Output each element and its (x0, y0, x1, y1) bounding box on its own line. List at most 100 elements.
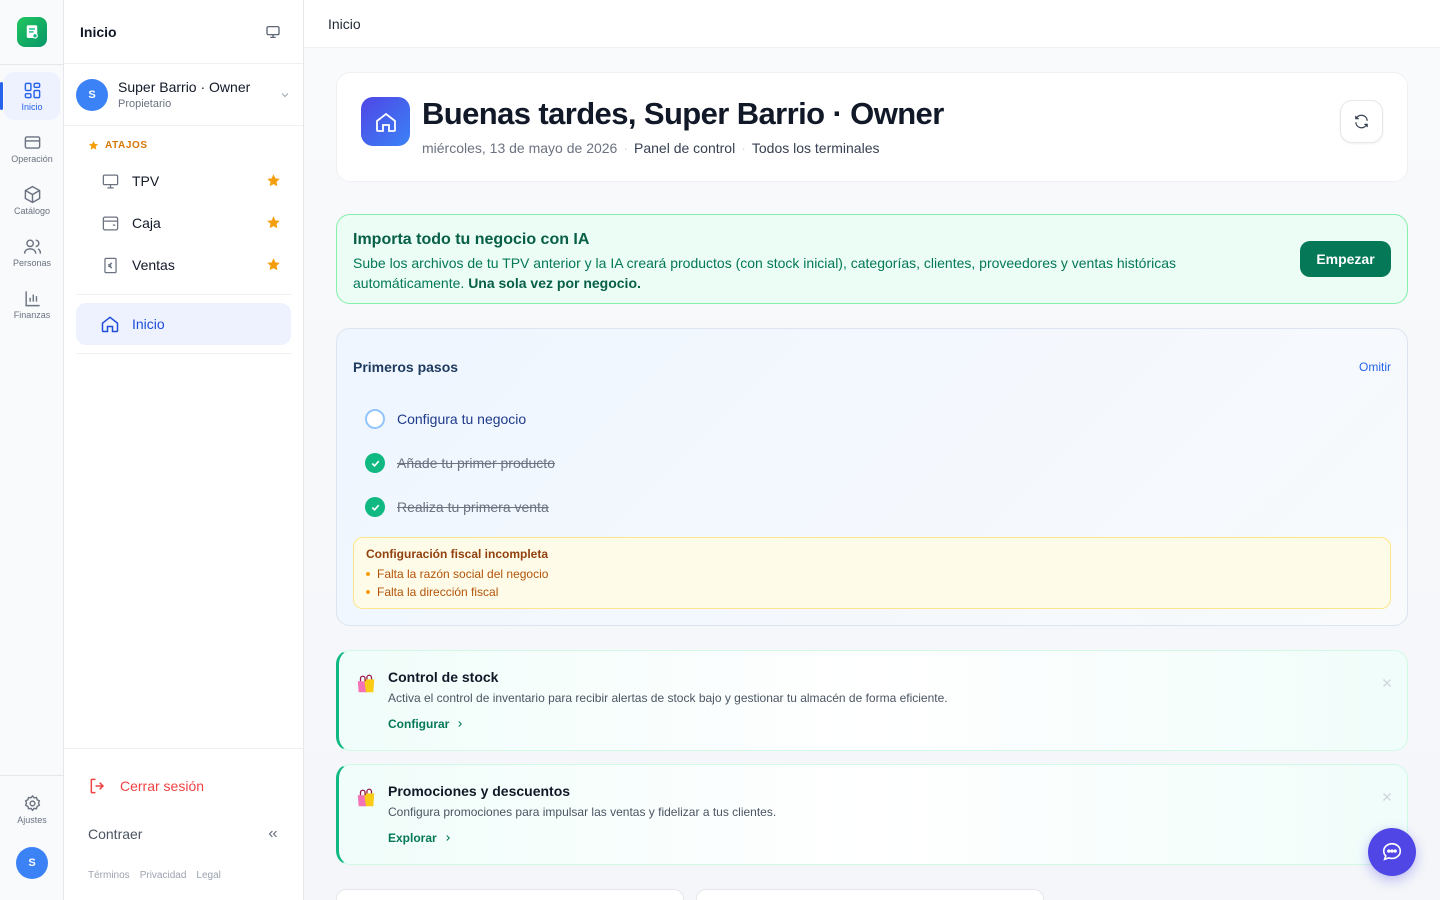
refresh-button[interactable] (1340, 100, 1383, 143)
rail-item-ajustes[interactable]: Ajustes (4, 785, 60, 833)
rail-item-finanzas[interactable]: Finanzas (4, 280, 60, 328)
breadcrumb-current: Inicio (328, 15, 361, 32)
close-icon[interactable] (1381, 677, 1393, 689)
page-title: Buenas tardes, Super Barrio · Owner (422, 96, 944, 131)
chevrons-left-icon (268, 830, 277, 838)
chevron-right-icon (458, 721, 463, 727)
explore-link[interactable]: Explorar (388, 831, 453, 845)
first-steps-card: Primeros pasos Omitir Configura tu negoc… (336, 328, 1408, 626)
ia-import-banner: Importa todo tu negocio con IA Sube los … (336, 214, 1408, 304)
rail-item-label: Personas (12, 257, 52, 268)
sidebar: Inicio S Super Barrio · Owner Propietari… (64, 0, 304, 900)
rail-item-inicio[interactable]: Inicio (0, 72, 60, 120)
configure-link[interactable]: Configurar (388, 717, 465, 731)
chat-support-button[interactable] (1368, 828, 1416, 876)
privacy-link[interactable]: Privacidad (140, 870, 187, 881)
shortcut-label: TPV (132, 173, 160, 189)
promo-link-label: Explorar (388, 831, 437, 845)
step-first-sale[interactable]: Realiza tu primera venta (365, 497, 549, 517)
greeting-card: Buenas tardes, Super Barrio · Owner miér… (336, 72, 1408, 182)
fiscal-warning: Configuración fiscal incompleta Falta la… (353, 537, 1391, 609)
user-avatar[interactable]: S (16, 847, 48, 879)
app-logo[interactable] (17, 17, 47, 47)
shopping-bags-icon (357, 674, 375, 693)
star-icon[interactable] (266, 173, 281, 188)
credit-card-icon (24, 135, 40, 149)
avatar: S (76, 78, 108, 111)
ia-banner-bold: Una sola vez por negocio. (468, 275, 641, 291)
rail-item-label: Operación (11, 153, 53, 164)
warning-item: Falta la razón social del negocio (366, 567, 548, 581)
check-circle-icon (365, 497, 385, 517)
collapse-sidebar-button[interactable]: Contraer (88, 826, 280, 842)
rail-item-label: Inicio (21, 101, 43, 112)
store-icon (361, 97, 410, 146)
refresh-icon (1355, 114, 1368, 129)
dashboard-grid-icon (24, 82, 40, 98)
star-icon[interactable] (266, 257, 281, 272)
promo-title: Control de stock (388, 669, 499, 685)
legal-link[interactable]: Legal (196, 870, 220, 881)
step-configure-business[interactable]: Configura tu negocio (365, 409, 526, 429)
legal-links: Términos Privacidad Legal (88, 870, 221, 881)
panel-label: Panel de control (634, 140, 736, 156)
ia-banner-description: Sube los archivos de tu TPV anterior y l… (353, 253, 1253, 293)
monitor-icon[interactable] (265, 24, 281, 40)
collapse-label: Contraer (88, 826, 143, 842)
promotions-card: Promociones y descuentos Configura promo… (336, 764, 1408, 865)
rail-item-operacion[interactable]: Operación (4, 124, 60, 172)
check-circle-icon (365, 453, 385, 473)
rail-item-personas[interactable]: Personas (4, 228, 60, 276)
rail-item-label: Ajustes (17, 814, 47, 825)
stock-control-card: Control de stock Activa el control de in… (336, 650, 1408, 751)
sidebar-title: Inicio (80, 23, 117, 40)
euro-receipt-icon (100, 255, 120, 275)
rail-item-label: Finanzas (13, 309, 51, 320)
bar-chart-icon (24, 290, 40, 306)
greeting-subtitle: miércoles, 13 de mayo de 2026 · Panel de c… (422, 140, 880, 156)
stat-card-peek (336, 889, 684, 900)
logout-button[interactable]: Cerrar sesión (88, 776, 204, 796)
close-icon[interactable] (1381, 791, 1393, 803)
home-icon (100, 314, 120, 334)
rail-item-label: Catálogo (13, 205, 51, 216)
shortcut-caja[interactable]: Caja (76, 202, 291, 244)
step-label: Configura tu negocio (397, 411, 527, 427)
shortcut-tpv[interactable]: TPV (76, 160, 291, 202)
rail-item-catalogo[interactable]: Catálogo (4, 176, 60, 224)
logout-label: Cerrar sesión (120, 778, 205, 794)
warning-title: Configuración fiscal incompleta (366, 547, 549, 561)
shopping-bags-icon (357, 788, 375, 807)
icon-rail: Inicio Operación Catálogo Personas Finan… (0, 0, 64, 900)
promo-link-label: Configurar (388, 717, 450, 731)
monitor-icon (100, 171, 120, 191)
first-steps-title: Primeros pasos (353, 359, 459, 375)
gear-icon (24, 794, 40, 811)
main-content: Inicio Buenas tardes, Super Barrio · Own… (304, 0, 1440, 900)
stat-card-peek (696, 889, 1044, 900)
chevron-down-icon (281, 93, 289, 98)
current-date: miércoles, 13 de mayo de 2026 (422, 140, 618, 156)
sidebar-item-label: Inicio (132, 316, 165, 332)
ia-banner-title: Importa todo tu negocio con IA (353, 231, 590, 248)
star-icon[interactable] (266, 215, 281, 230)
step-label: Añade tu primer producto (397, 455, 555, 471)
logout-icon (90, 778, 105, 794)
shortcut-label: Caja (132, 215, 161, 231)
step-add-product[interactable]: Añade tu primer producto (365, 453, 555, 473)
chat-bubble-icon (1382, 842, 1402, 861)
skip-button[interactable]: Omitir (1359, 360, 1391, 374)
user-name: Super Barrio · Owner (118, 79, 251, 95)
user-role: Propietario (118, 98, 172, 110)
step-label: Realiza tu primera venta (397, 499, 549, 515)
users-icon (23, 238, 41, 254)
shortcut-ventas[interactable]: Ventas (76, 244, 291, 286)
shortcut-label: Ventas (132, 257, 175, 273)
start-import-button[interactable]: Empezar (1300, 241, 1391, 277)
user-switcher[interactable]: S Super Barrio · Owner Propietario (64, 64, 303, 126)
terms-link[interactable]: Términos (88, 870, 130, 881)
sidebar-item-inicio[interactable]: Inicio (76, 303, 291, 345)
receipt-logo-icon (26, 25, 38, 39)
package-icon (24, 185, 40, 203)
chevron-right-icon (446, 835, 450, 841)
